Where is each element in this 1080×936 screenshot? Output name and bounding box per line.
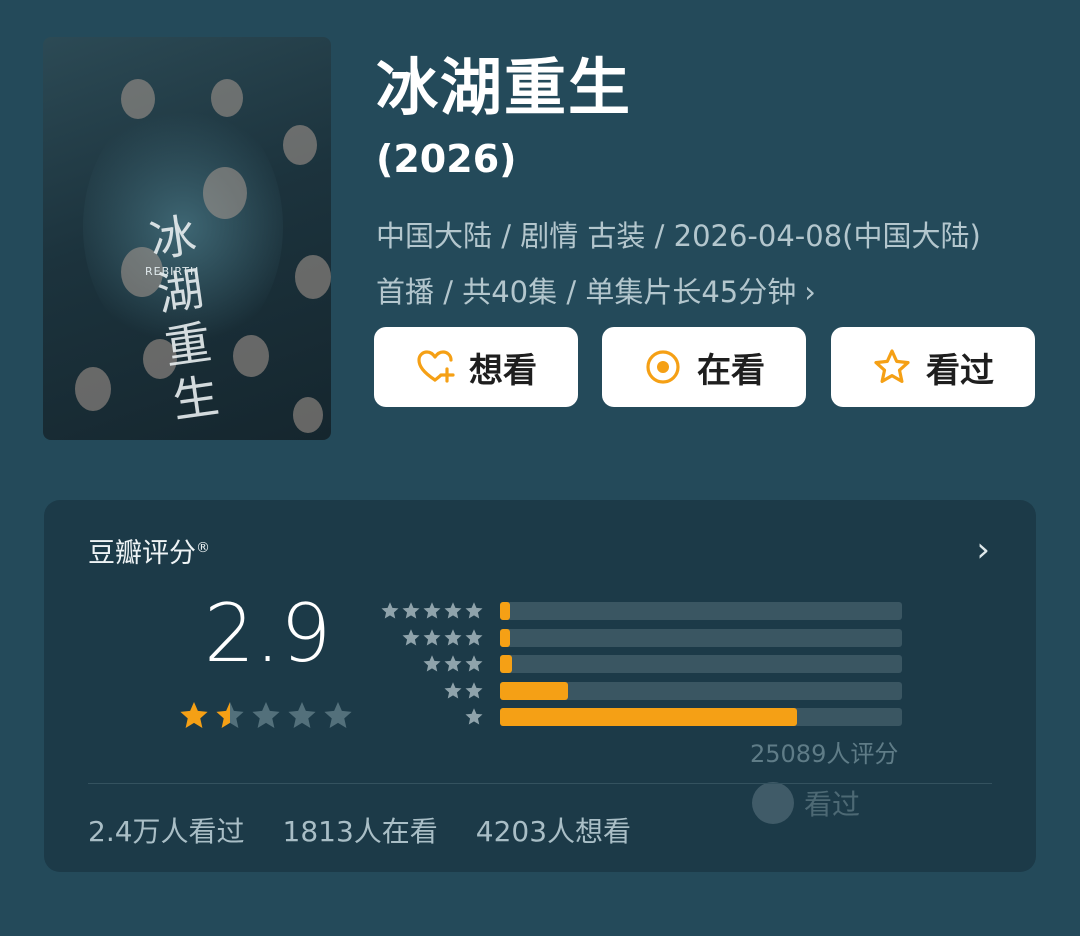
rating-bar-2-star — [374, 678, 904, 704]
star-icon — [423, 602, 441, 619]
rating-title-text: 豆瓣评分 — [88, 538, 196, 569]
registered-mark: ® — [196, 540, 210, 556]
watching-count[interactable]: 1813人在看 — [283, 810, 438, 850]
want-to-watch-button[interactable]: 想看 — [374, 327, 578, 407]
bar-fill — [500, 708, 798, 726]
star-icon — [465, 602, 483, 619]
star-icon — [402, 602, 420, 619]
star-icon — [872, 347, 912, 387]
watermark-avatar — [752, 782, 794, 824]
star-icon — [423, 655, 441, 672]
poster-figure — [75, 367, 111, 411]
audience-counts: 2.4万人看过 1813人在看 4203人想看 — [88, 810, 631, 850]
star-icon — [288, 702, 316, 728]
meta-info[interactable]: 中国大陆 / 剧情 古装 / 2026-04-08(中国大陆) 首播 / 共40… — [376, 208, 1056, 320]
release-year: (2026) — [376, 137, 517, 181]
bar-star-label — [380, 601, 484, 621]
bar-fill — [500, 655, 513, 673]
bar-track — [500, 655, 902, 673]
poster-figure — [283, 125, 317, 165]
star-icon — [465, 681, 483, 698]
bar-track — [500, 628, 902, 647]
star-icon — [324, 702, 352, 728]
rating-title: 豆瓣评分® — [88, 531, 210, 570]
target-icon — [643, 347, 683, 387]
watched-button[interactable]: 看过 — [831, 327, 1035, 407]
poster-figure — [211, 79, 243, 117]
meta-line-2-text: 首播 / 共40集 / 单集片长45分钟 — [376, 275, 797, 309]
poster-figure — [293, 397, 323, 433]
bar-track — [500, 602, 902, 620]
rating-bar-4-star — [374, 625, 904, 651]
poster-image[interactable]: 冰湖重生 REBIRTH — [43, 37, 331, 440]
star-icon — [465, 708, 483, 725]
star-icon — [444, 655, 462, 672]
star-icon — [465, 628, 483, 645]
watermark: 看过 — [752, 782, 860, 824]
watching-label: 在看 — [697, 350, 765, 391]
star-icon — [444, 681, 462, 698]
star-icon — [381, 602, 399, 619]
bar-fill — [500, 628, 510, 647]
poster-subtitle: REBIRTH — [145, 265, 200, 278]
page-title: 冰湖重生 — [376, 51, 633, 124]
heart-plus-icon — [415, 347, 455, 387]
rating-bar-3-star — [374, 651, 904, 677]
want-count[interactable]: 4203人想看 — [476, 810, 631, 850]
watched-count[interactable]: 2.4万人看过 — [88, 810, 245, 850]
meta-line-1: 中国大陆 / 剧情 古装 / 2026-04-08(中国大陆) — [376, 219, 981, 253]
chevron-right-icon[interactable]: › — [804, 264, 816, 320]
bar-track — [500, 708, 902, 726]
meta-line-2: 首播 / 共40集 / 单集片长45分钟 › — [376, 264, 1056, 320]
star-icon — [216, 702, 244, 728]
poster-figure — [295, 255, 331, 299]
star-icon — [444, 602, 462, 619]
rating-bar-5-star — [374, 598, 904, 624]
raters-count[interactable]: 25089人评分 — [750, 734, 898, 769]
star-icon — [402, 628, 420, 645]
douban-rating-card[interactable]: 豆瓣评分® › 2.9 25089人评分 看过 2.4万人看过 1813人在看 … — [44, 500, 1036, 872]
divider — [88, 783, 992, 784]
watermark-text: 看过 — [804, 788, 861, 821]
rating-stars — [178, 700, 354, 732]
watched-label: 看过 — [926, 350, 994, 391]
bar-fill — [500, 681, 569, 700]
poster-figure — [121, 79, 155, 119]
rating-score: 2.9 — [204, 587, 332, 680]
want-to-watch-label: 想看 — [469, 350, 537, 391]
star-icon — [423, 628, 441, 645]
bar-star-label — [401, 628, 484, 648]
bar-star-label — [422, 654, 484, 674]
star-icon — [444, 628, 462, 645]
star-icon — [252, 702, 280, 728]
bar-track — [500, 681, 902, 700]
bar-fill — [500, 602, 510, 620]
bar-star-label — [464, 707, 484, 727]
watching-button[interactable]: 在看 — [602, 327, 806, 407]
chevron-right-icon[interactable]: › — [976, 530, 990, 570]
star-icon — [465, 655, 483, 672]
rating-bar-1-star — [374, 704, 904, 730]
bar-star-label — [443, 681, 484, 701]
star-icon — [180, 702, 208, 728]
